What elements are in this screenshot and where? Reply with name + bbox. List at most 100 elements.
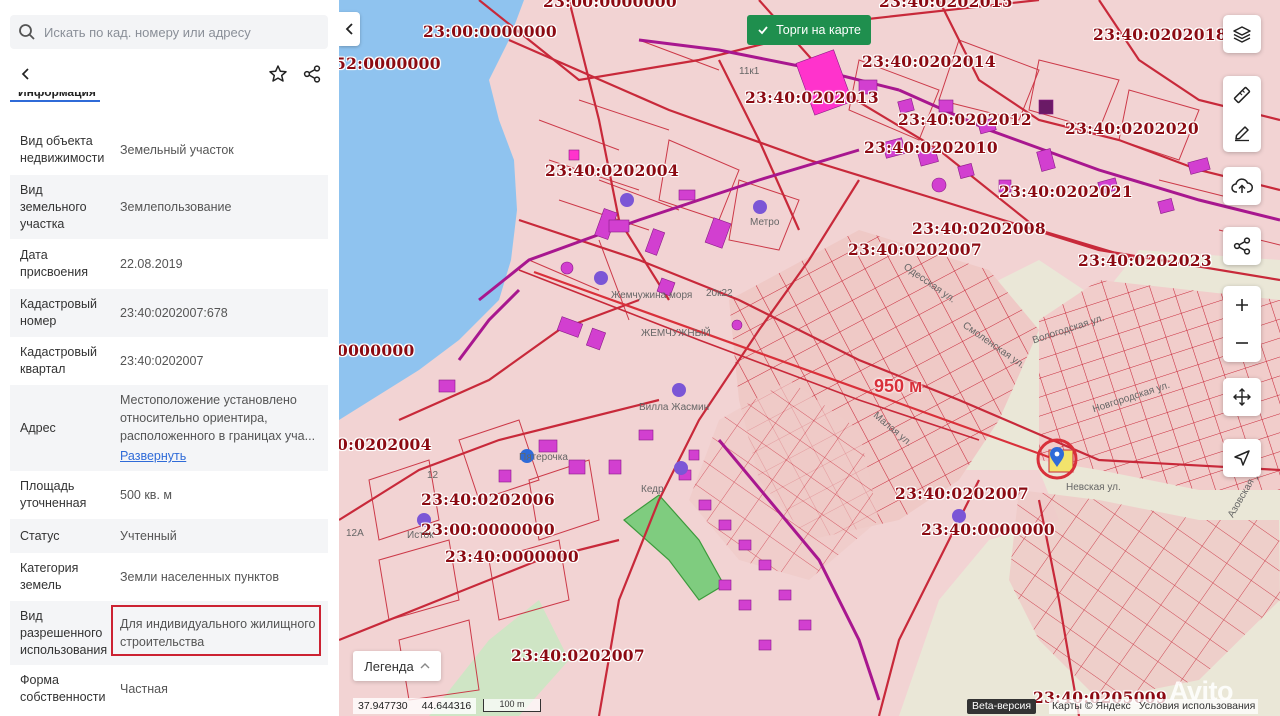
place-label: Метро	[750, 217, 780, 228]
edit-button[interactable]	[1223, 114, 1261, 152]
draw-tools-group	[1223, 76, 1261, 152]
auctions-on-map-button[interactable]: Торги на карте	[747, 15, 871, 45]
layers-icon	[1233, 26, 1251, 43]
row-value: Для индивидуального жилищного строительс…	[120, 617, 316, 649]
place-label: Жемчужина моря	[611, 290, 693, 301]
tab-info[interactable]: Информация	[18, 92, 96, 100]
row-label: Вид разрешенного использования	[20, 608, 108, 657]
expand-address-link[interactable]: Развернуть	[120, 447, 328, 465]
zoom-controls	[1223, 286, 1261, 362]
table-row: Площадь уточненная 500 кв. м	[10, 471, 328, 519]
table-row: Статус Учтенный	[10, 519, 328, 553]
quarter-label: 23:40:0202021	[999, 182, 1133, 201]
row-label: Статус	[20, 528, 60, 543]
auctions-on-map-label: Торги на карте	[776, 23, 861, 37]
map-canvas[interactable]	[339, 0, 1280, 716]
quarter-label: 23:40:0202018	[1093, 25, 1227, 44]
row-value: 500 кв. м	[120, 488, 172, 502]
navigation-arrow-icon	[1234, 450, 1250, 466]
place-label: Пятерочка	[519, 452, 568, 463]
row-value: 23:40:0202007:678	[120, 306, 228, 320]
search-box[interactable]: Искать по кад. номеру или адресу	[10, 15, 328, 49]
quarter-label: 52:0000000	[339, 54, 441, 73]
street-label: Невская ул.	[1066, 482, 1121, 493]
row-value: Учтенный	[120, 529, 177, 543]
info-panel: Искать по кад. номеру или адресу Информа…	[0, 0, 339, 716]
cursor-coordinates: 37.947730 44.644316	[353, 698, 477, 714]
search-input[interactable]: Искать по кад. номеру или адресу	[44, 25, 251, 40]
table-row: Вид земельного участка Землепользование	[10, 175, 328, 239]
my-location-button[interactable]	[1223, 439, 1261, 477]
quarter-label: 23:40:0202020	[1065, 119, 1199, 138]
row-value: 22.08.2019	[120, 257, 183, 271]
collapse-panel-button[interactable]	[339, 12, 360, 46]
quarter-label: 23:40:0202012	[898, 110, 1032, 129]
place-label: 12А	[346, 528, 364, 539]
row-label: Дата присвоения	[20, 248, 89, 279]
table-row: Дата присвоения 22.08.2019	[10, 239, 328, 289]
row-value: 23:40:0202007	[120, 354, 204, 368]
table-row: Категория земель Земли населенных пункто…	[10, 553, 328, 601]
share-icon	[303, 65, 321, 83]
map-attribution: Карты © Яндекс Условия использования	[1049, 699, 1259, 714]
quarter-label: 23:40:0000000	[921, 520, 1055, 539]
quarter-label: 23:40:0202007	[511, 646, 645, 665]
row-value: Частная	[120, 682, 168, 696]
place-label: Кедр	[641, 484, 664, 495]
row-label: Вид объекта недвижимости	[20, 134, 105, 165]
quarter-label: 23:40:0202015	[879, 0, 1013, 11]
row-value: Земли населенных пунктов	[120, 570, 279, 584]
share-icon	[1233, 237, 1251, 255]
quarter-label: 23:40:0202007	[895, 484, 1029, 503]
terms-link[interactable]: Условия использования	[1139, 699, 1256, 714]
ruler-button[interactable]	[1223, 76, 1261, 114]
upload-button[interactable]	[1223, 167, 1261, 205]
latitude: 44.644316	[421, 700, 472, 712]
place-label: 12	[427, 470, 439, 481]
zoom-out-button[interactable]	[1223, 324, 1261, 362]
quarter-label: 23:40:0202014	[862, 52, 996, 71]
quarter-label: 23:40:0202006	[421, 490, 555, 509]
pan-button[interactable]	[1223, 378, 1261, 416]
row-value: Землепользование	[120, 200, 232, 214]
back-button[interactable]	[14, 62, 38, 86]
tab-underline	[10, 100, 100, 102]
longitude: 37.947730	[358, 700, 408, 712]
attributes-table: Вид объекта недвижимости Земельный участ…	[10, 125, 328, 713]
row-value: Земельный участок	[120, 143, 234, 157]
place-label: 20к22	[706, 288, 733, 299]
check-icon	[758, 26, 768, 35]
row-label: Кадастровый номер	[20, 297, 97, 328]
table-row: Форма собственности Частная	[10, 665, 328, 713]
legend-button[interactable]: Легенда	[353, 651, 441, 681]
table-row: Кадастровый номер 23:40:0202007:678	[10, 289, 328, 337]
row-value: Местоположение установлено относительно …	[110, 391, 328, 465]
table-row: Адрес Местоположение установлено относит…	[10, 385, 328, 471]
table-row: Вид разрешенного использования Для индив…	[10, 601, 328, 665]
panel-header	[0, 56, 339, 92]
cadastral-map[interactable]: 23:00:0000000 23:40:0202015 23:40:020201…	[339, 0, 1280, 716]
move-icon	[1233, 388, 1251, 406]
quarter-label: 0000000	[339, 341, 415, 360]
quarter-label: 23:40:0000000	[445, 547, 579, 566]
table-row: Вид объекта недвижимости Земельный участ…	[10, 125, 328, 175]
layers-button[interactable]	[1223, 15, 1261, 53]
yandex-attribution[interactable]: Карты © Яндекс	[1052, 699, 1131, 714]
share-button[interactable]	[300, 62, 324, 86]
quarter-label: 23:00:0000000	[423, 22, 557, 41]
ruler-icon	[1233, 86, 1251, 104]
chevron-left-icon	[345, 23, 353, 35]
share-map-button[interactable]	[1223, 227, 1261, 265]
zoom-in-button[interactable]	[1223, 286, 1261, 324]
quarter-label: 23:40:0202007	[848, 240, 982, 259]
scale-bar: 100 m	[483, 699, 541, 712]
quarter-label: 23:40:0202023	[1078, 251, 1212, 270]
quarter-label: 0:0202004	[339, 435, 432, 454]
row-label: Кадастровый квартал	[20, 345, 97, 376]
address-text: Местоположение установлено относительно …	[120, 393, 316, 443]
row-label: Форма собственности	[20, 673, 106, 704]
chevron-left-icon	[21, 68, 29, 80]
favorite-button[interactable]	[266, 62, 290, 86]
search-icon	[19, 24, 35, 40]
plus-icon	[1236, 299, 1248, 311]
